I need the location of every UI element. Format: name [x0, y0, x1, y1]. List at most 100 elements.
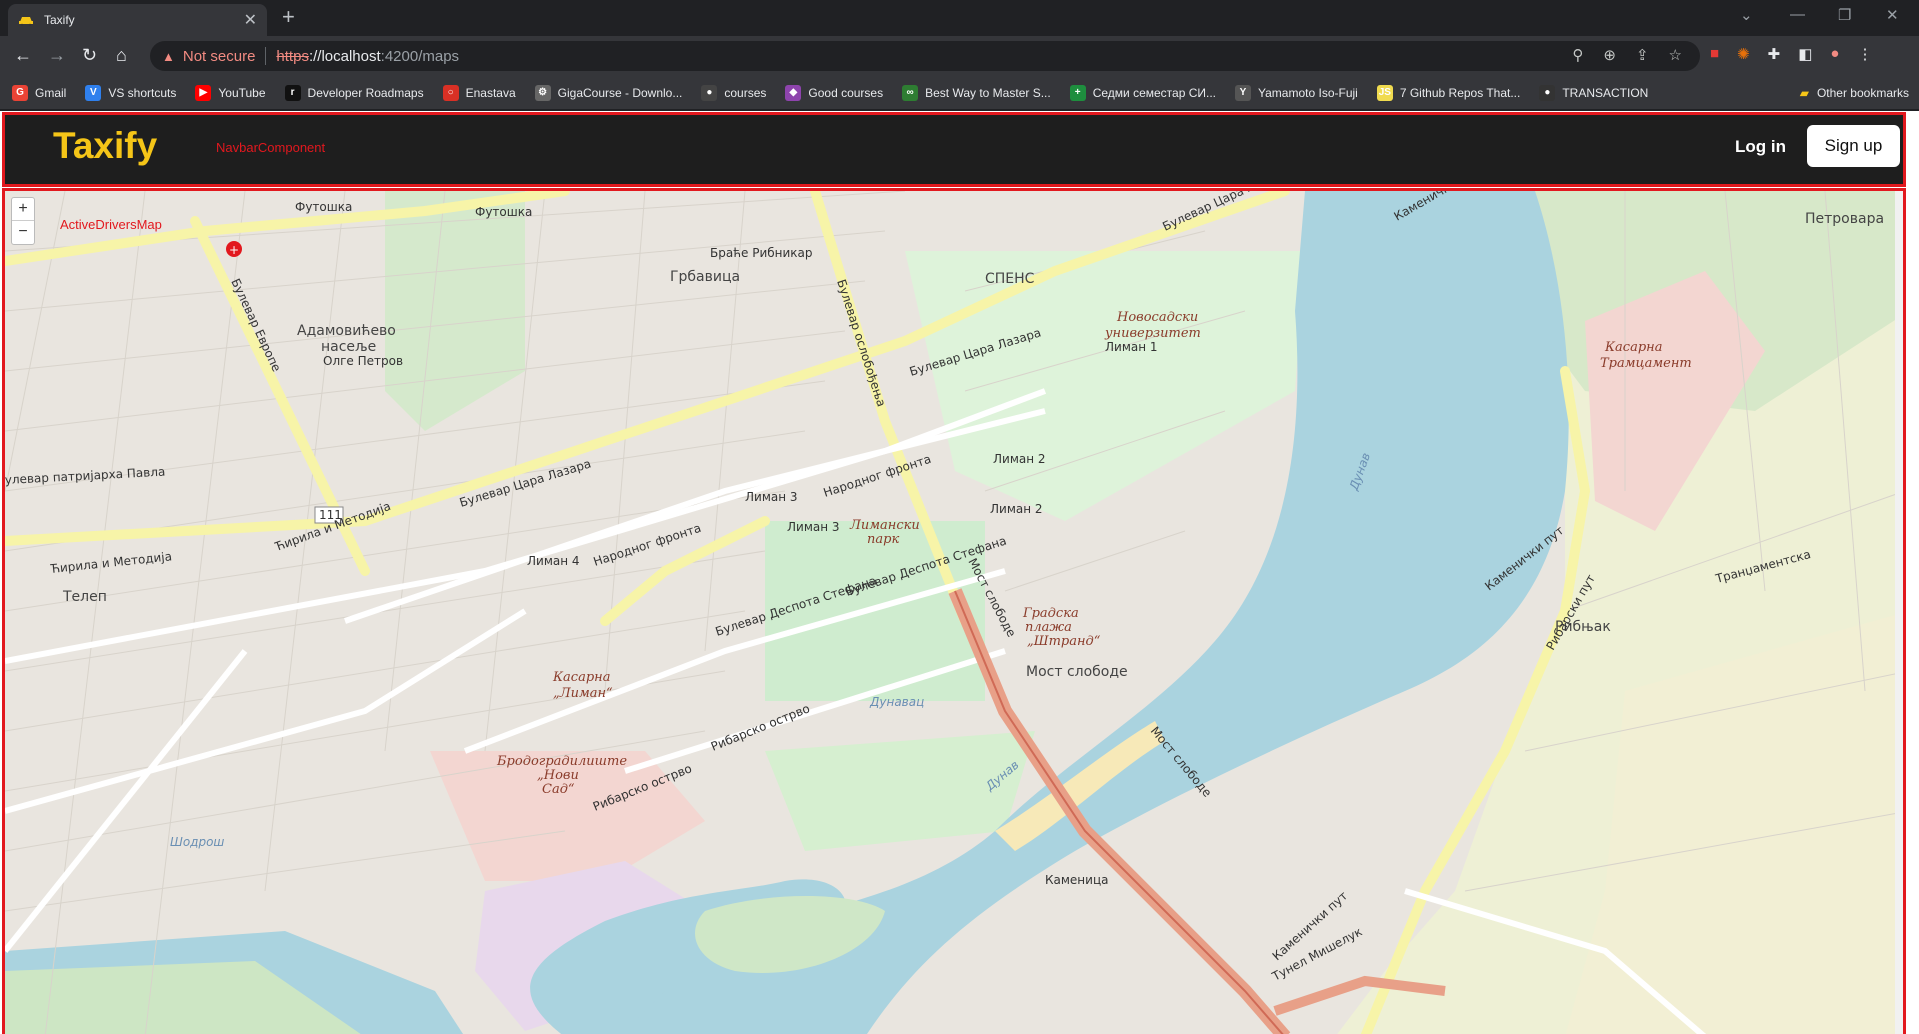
active-drivers-map[interactable]: + 111 Футошка Футошка Грбавица СПЕНС Бра…: [2, 188, 1906, 1034]
bookmark-label: GigaCourse - Downlo...: [557, 85, 683, 100]
label-most-slobode-2: Мост слободе: [1026, 664, 1128, 680]
bookmark-item[interactable]: JS 7 Github Repos That...: [1376, 84, 1521, 101]
address-bar[interactable]: ▲ Not secure https://localhost:4200/maps…: [150, 41, 1700, 71]
label-petrovaradin: Петровара: [1805, 211, 1884, 227]
bookmark-label: Седми семестар СИ...: [1092, 85, 1217, 100]
bookmark-label: Good courses: [808, 85, 884, 100]
taxi-favicon-icon: [19, 17, 33, 26]
bookmark-label: Gmail: [35, 85, 67, 100]
bookmark-label: Developer Roadmaps: [307, 85, 424, 100]
zoom-icon[interactable]: ⊕: [1603, 46, 1616, 64]
tab-close-icon[interactable]: ✕: [244, 10, 257, 30]
extensions-puzzle-icon[interactable]: ✚: [1768, 45, 1781, 63]
label-liman-2a: Лиман 2: [993, 452, 1046, 466]
bookmark-icon: ●: [1539, 84, 1556, 101]
reload-icon[interactable]: ↻: [82, 45, 97, 65]
omnibox-actions: ⚲ ⊕ ⇪ ☆: [1572, 46, 1682, 64]
label-gradska: Градска: [1022, 606, 1079, 621]
label-liman-4: Лиман 4: [527, 554, 580, 568]
minimize-icon[interactable]: —: [1790, 6, 1805, 23]
label-spens: СПЕНС: [985, 271, 1035, 287]
label-liman-1: Лиман 1: [1105, 340, 1158, 354]
location-pin-icon[interactable]: ⚲: [1572, 46, 1583, 64]
bookmark-icon: ⚙: [534, 84, 551, 101]
extensions-area: ■ ✺ ✚ ◧ ● ⋮: [1710, 45, 1872, 63]
bookmark-item[interactable]: ● TRANSACTION: [1539, 84, 1648, 101]
bookmark-item[interactable]: ○ Enastava: [442, 84, 516, 101]
label-limanski: Лимански: [849, 518, 920, 533]
bookmark-icon: ○: [442, 84, 459, 101]
new-tab-icon[interactable]: +: [282, 6, 295, 28]
bookmark-item[interactable]: ● courses: [701, 84, 767, 101]
warning-icon[interactable]: ▲: [162, 49, 175, 64]
brand-logo[interactable]: Taxify: [53, 125, 157, 167]
bookmark-label: Yamamoto Iso-Fuji: [1258, 85, 1358, 100]
label-futoshka: Футошка: [295, 200, 352, 214]
label-sodros: Шодрош: [170, 835, 224, 849]
bookmark-label: 7 Github Repos That...: [1399, 85, 1521, 100]
label-telep: Телеп: [62, 589, 107, 605]
label-brodogradiliste-2: „Нови: [537, 768, 579, 783]
label-kasarna-tranc-1: Касарна: [1604, 340, 1662, 355]
bookmark-item[interactable]: + Седми семестар СИ...: [1069, 84, 1217, 101]
page-scrollbar[interactable]: [1895, 191, 1903, 1034]
label-kasarna-liman-2: „Лиман“: [553, 686, 613, 701]
tab-search-icon[interactable]: ⌄: [1740, 6, 1753, 24]
back-icon[interactable]: ←: [14, 45, 32, 65]
bookmark-item[interactable]: ▶ YouTube: [195, 84, 266, 101]
other-bookmarks[interactable]: ▰ Other bookmarks: [1800, 76, 1909, 110]
zoom-out-button[interactable]: −: [12, 221, 34, 244]
bookmark-item[interactable]: r Developer Roadmaps: [284, 84, 424, 101]
url-scheme: https: [276, 47, 309, 65]
bookmark-label: Best Way to Master S...: [925, 85, 1051, 100]
label-novosadski: Новосадски: [1116, 310, 1198, 325]
bookmark-item[interactable]: V VS shortcuts: [85, 84, 177, 101]
label-kamenica: Каменица: [1045, 873, 1108, 887]
menu-kebab-icon[interactable]: ⋮: [1857, 45, 1872, 63]
login-button[interactable]: Log in: [1735, 137, 1786, 157]
security-status[interactable]: Not secure: [183, 48, 256, 65]
tab-strip: Taxify ✕ + ⌄ — ❐ ✕: [0, 0, 1919, 36]
url-path: :4200/maps: [380, 47, 460, 65]
other-bookmarks-label: Other bookmarks: [1816, 86, 1909, 100]
bookmark-item[interactable]: Y Yamamoto Iso-Fuji: [1235, 84, 1358, 101]
bookmark-icon: r: [284, 84, 301, 101]
navbar: Taxify NavbarComponent Log in Sign up: [2, 112, 1906, 187]
label-liman-3b: Лиман 3: [787, 520, 840, 534]
bookmark-item[interactable]: ◆ Good courses: [785, 84, 884, 101]
home-icon[interactable]: ⌂: [116, 45, 127, 65]
page-content: Taxify NavbarComponent Log in Sign up + …: [0, 111, 1919, 1034]
share-icon[interactable]: ⇪: [1636, 46, 1649, 64]
bookmark-icon: V: [85, 84, 102, 101]
label-kasarna-liman-1: Касарна: [552, 670, 610, 685]
bookmark-label: courses: [724, 85, 767, 100]
signup-button[interactable]: Sign up: [1807, 125, 1900, 167]
tab-title: Taxify: [44, 13, 75, 27]
side-panel-icon[interactable]: ◧: [1798, 45, 1812, 63]
forward-icon[interactable]: →: [48, 45, 66, 65]
tab-taxify[interactable]: Taxify ✕: [8, 4, 267, 36]
map-component-tag: ActiveDriversMap: [60, 217, 162, 232]
extension-red-icon[interactable]: ■: [1710, 45, 1719, 63]
bookmark-label: YouTube: [218, 85, 266, 100]
extension-cookie-icon[interactable]: ✺: [1737, 45, 1750, 63]
profile-avatar-icon[interactable]: ●: [1830, 45, 1839, 63]
label-dunavac: Дунавац: [869, 695, 924, 709]
label-liman-2b: Лиман 2: [990, 502, 1043, 516]
bookmark-item[interactable]: ∞ Best Way to Master S...: [902, 84, 1051, 101]
navbar-component-tag: NavbarComponent: [216, 140, 326, 155]
bookmark-label: VS shortcuts: [108, 85, 177, 100]
label-grbavica: Грбавица: [670, 269, 740, 285]
close-window-icon[interactable]: ✕: [1886, 6, 1899, 24]
bookmark-item[interactable]: ⚙ GigaCourse - Downlo...: [534, 84, 683, 101]
bookmark-item[interactable]: G Gmail: [12, 84, 67, 101]
label-brodogradiliste-1: Бродоградилиште: [496, 754, 627, 769]
map-tiles[interactable]: + 111 Футошка Футошка Грбавица СПЕНС Бра…: [5, 191, 1906, 1034]
restore-icon[interactable]: ❐: [1838, 6, 1851, 24]
label-liman-3a: Лиман 3: [745, 490, 798, 504]
browser-toolbar: ← → ↻ ⌂ ▲ Not secure https://localhost:4…: [0, 36, 1919, 76]
bookmark-star-icon[interactable]: ☆: [1669, 46, 1682, 64]
label-strand: „Штранд“: [1027, 634, 1101, 649]
zoom-in-button[interactable]: +: [12, 198, 34, 221]
omnibox-divider: [265, 47, 267, 65]
